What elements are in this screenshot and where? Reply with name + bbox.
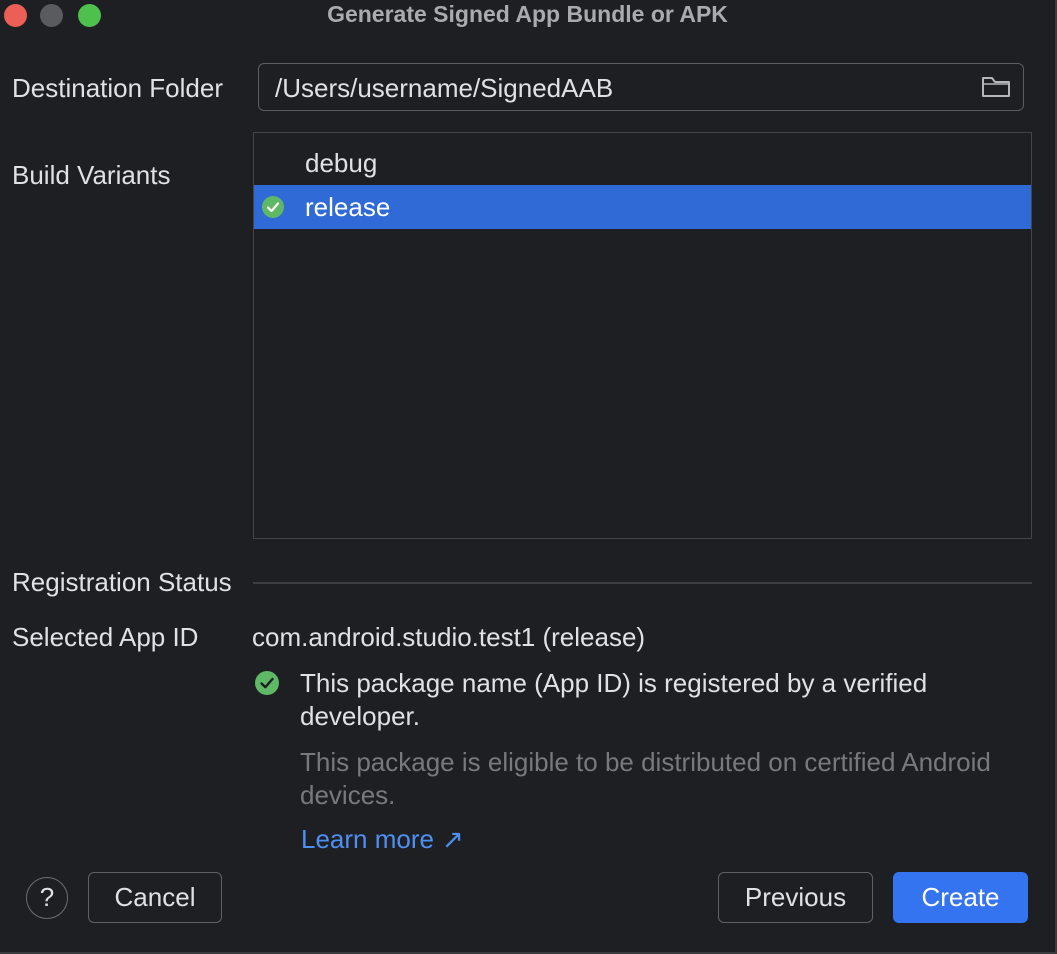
registration-status-heading: Registration Status: [12, 567, 232, 597]
previous-button[interactable]: Previous: [718, 872, 873, 923]
build-variants-list[interactable]: debug release: [253, 132, 1032, 539]
variant-item-release[interactable]: release: [254, 185, 1031, 229]
variant-label: debug: [305, 148, 378, 178]
title-bar: Generate Signed App Bundle or APK: [0, 0, 1055, 30]
registration-status-detail: This package is eligible to be distribut…: [300, 747, 991, 810]
section-divider: [253, 582, 1032, 584]
check-circle-icon: [262, 196, 284, 218]
create-button[interactable]: Create: [893, 872, 1028, 923]
external-link-icon: ↗: [441, 824, 464, 854]
learn-more-link[interactable]: Learn more ↗: [301, 824, 464, 855]
destination-folder-value[interactable]: /Users/username/SignedAAB: [275, 73, 613, 104]
learn-more-label: Learn more: [301, 824, 434, 854]
registration-status-message: This package name (App ID) is registered…: [300, 668, 928, 731]
dialog-window: Generate Signed App Bundle or APK Destin…: [0, 0, 1057, 954]
selected-app-id-label: Selected App ID: [12, 622, 199, 652]
help-button[interactable]: ?: [26, 877, 68, 919]
build-variants-label: Build Variants: [12, 160, 171, 190]
variant-label: release: [305, 192, 391, 222]
selected-app-id-value: com.android.studio.test1 (release): [252, 622, 646, 652]
cancel-button[interactable]: Cancel: [88, 872, 222, 923]
folder-icon[interactable]: [981, 75, 1011, 99]
destination-folder-label: Destination Folder: [12, 73, 223, 103]
destination-folder-field[interactable]: /Users/username/SignedAAB: [258, 63, 1024, 111]
variant-item-debug[interactable]: debug: [254, 141, 1031, 185]
check-circle-icon: [255, 671, 279, 695]
window-title: Generate Signed App Bundle or APK: [327, 1, 728, 27]
